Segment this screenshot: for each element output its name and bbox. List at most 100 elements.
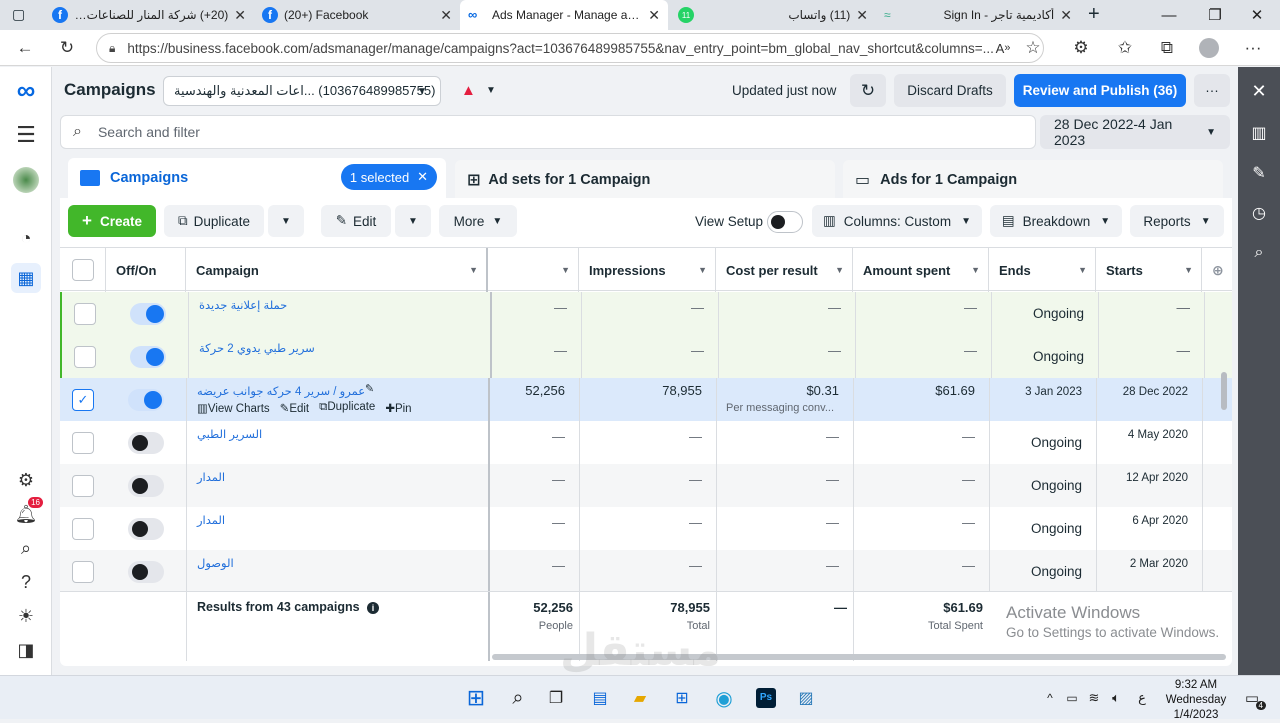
refresh-icon[interactable]: ↻: [54, 36, 80, 60]
tab-actions-icon[interactable]: ▢: [12, 6, 32, 24]
input-language[interactable]: ع: [1128, 684, 1156, 712]
sort-icon[interactable]: ▼: [835, 265, 844, 275]
edit-button[interactable]: ✎ Edit: [321, 205, 391, 237]
table-row[interactable]: المدار — — — — Ongoing 6 Apr 2020: [60, 507, 1232, 550]
dashboard-gauge-icon[interactable]: ◔: [11, 223, 41, 253]
favorite-add-icon[interactable]: ☆: [1020, 36, 1046, 60]
file-explorer-icon[interactable]: ▰: [626, 684, 654, 712]
header-starts[interactable]: Starts ▼: [1096, 248, 1202, 292]
row-checkbox[interactable]: [74, 303, 96, 325]
header-cost-per-result[interactable]: Cost per result ▼: [716, 248, 853, 292]
row-checkbox[interactable]: [72, 475, 94, 497]
reports-button[interactable]: Reports ▼: [1130, 205, 1224, 237]
row-checkbox[interactable]: [72, 561, 94, 583]
campaign-name-link[interactable]: حملة إعلانية جديدة: [199, 298, 287, 312]
sort-icon[interactable]: ▼: [698, 265, 707, 275]
table-row[interactable]: الوصول — — — — Ongoing 2 Mar 2020: [60, 550, 1232, 593]
minimize-icon[interactable]: —: [1146, 0, 1192, 30]
row-checkbox[interactable]: [72, 432, 94, 454]
sort-icon[interactable]: ▼: [561, 265, 570, 275]
duplicate-dropdown-button[interactable]: ▼: [268, 205, 304, 237]
back-icon[interactable]: ←: [12, 36, 38, 60]
refresh-button[interactable]: ↻: [850, 74, 886, 107]
restore-icon[interactable]: ❐: [1192, 0, 1238, 30]
report-bug-icon[interactable]: ☀: [11, 601, 41, 631]
browser-tab-1[interactable]: f (20+) شركة المنار للصناعات الـ ✕: [44, 0, 254, 30]
sort-icon[interactable]: ▼: [1184, 265, 1193, 275]
photos-icon[interactable]: ▨: [792, 684, 820, 712]
close-window-icon[interactable]: ✕: [1234, 0, 1280, 30]
menu-icon[interactable]: ☰: [11, 120, 41, 150]
close-tab-icon[interactable]: ✕: [648, 7, 660, 24]
close-tab-icon[interactable]: ✕: [856, 7, 868, 24]
browser-menu-icon[interactable]: ···: [1240, 36, 1266, 60]
close-tab-icon[interactable]: ✕: [1060, 7, 1072, 24]
pin-action[interactable]: ✚Pin: [385, 401, 411, 415]
campaign-name-link[interactable]: عمرو / سرير 4 حركه جوانب عريضه: [197, 384, 365, 398]
table-row[interactable]: سرير طبي يدوي 2 حركة — — — — Ongoing —: [60, 335, 1232, 378]
review-and-publish-button[interactable]: Review and Publish (36): [1014, 74, 1186, 107]
settings-gear-icon[interactable]: ⚙: [11, 465, 41, 495]
campaign-status-toggle[interactable]: [128, 432, 164, 454]
history-clock-icon[interactable]: ◷: [1245, 199, 1273, 227]
header-campaign[interactable]: Campaign ▼: [186, 248, 488, 292]
edge-browser-icon[interactable]: ◉: [710, 684, 738, 712]
business-logo-icon[interactable]: [11, 165, 41, 195]
add-column-icon[interactable]: ⊕: [1202, 248, 1232, 292]
taskbar-clock[interactable]: 9:32 AM Wednesday 1/4/2023: [1160, 678, 1232, 723]
duplicate-button[interactable]: ⧉ Duplicate: [164, 205, 264, 237]
chart-icon[interactable]: ▥: [1245, 119, 1273, 147]
campaign-name-link[interactable]: المدار: [197, 470, 225, 484]
edit-action[interactable]: ✎Edit: [280, 401, 309, 415]
ad-account-selector[interactable]: (103676489985755) ...اعات المعدنية والهن…: [163, 76, 441, 106]
breakdown-button[interactable]: ▤ Breakdown ▼: [990, 205, 1122, 237]
create-button[interactable]: + Create: [68, 205, 156, 237]
chevron-down-icon[interactable]: ▼: [486, 85, 496, 96]
vertical-scrollbar[interactable]: [1221, 372, 1227, 410]
favorites-icon[interactable]: ✩: [1112, 36, 1138, 60]
volume-icon[interactable]: 🔈︎: [1102, 684, 1130, 712]
row-checkbox[interactable]: [74, 346, 96, 368]
edit-pencil-icon[interactable]: ✎: [1245, 159, 1273, 187]
profile-avatar-icon[interactable]: [1196, 36, 1222, 60]
table-row[interactable]: السرير الطبي — — — — Ongoing 4 May 2020: [60, 421, 1232, 464]
close-tab-icon[interactable]: ✕: [234, 7, 246, 24]
sort-icon[interactable]: ▼: [1078, 265, 1087, 275]
campaign-name-link[interactable]: الوصول: [197, 556, 234, 570]
columns-button[interactable]: ▥ Columns: Custom ▼: [812, 205, 982, 237]
task-view-icon[interactable]: ❐: [542, 684, 570, 712]
widgets-icon[interactable]: ▤: [586, 684, 614, 712]
table-row[interactable]: المدار — — — — Ongoing 12 Apr 2020: [60, 464, 1232, 507]
extensions-icon[interactable]: ⚙: [1068, 36, 1094, 60]
header-offon[interactable]: Off/On: [106, 248, 186, 292]
url-field[interactable]: 🔒︎ https://business.facebook.com/adsmana…: [96, 33, 1044, 63]
collections-icon[interactable]: ⧉: [1154, 36, 1180, 60]
close-panel-icon[interactable]: ✕: [1245, 77, 1273, 105]
selected-count-badge[interactable]: 1 selected ✕: [341, 164, 437, 190]
campaign-status-toggle[interactable]: [128, 475, 164, 497]
read-aloud-icon[interactable]: A»: [990, 36, 1016, 60]
panel-toggle-icon[interactable]: ◨: [11, 635, 41, 665]
campaign-status-toggle[interactable]: [128, 518, 164, 540]
more-options-button[interactable]: ···: [1194, 74, 1230, 107]
start-windows-icon[interactable]: ⊞: [462, 684, 490, 712]
tab-ads[interactable]: ▭ Ads for 1 Campaign: [843, 160, 1223, 200]
browser-tab-4[interactable]: 11 (11) واتساب ✕: [670, 0, 876, 30]
header-ends[interactable]: Ends ▼: [989, 248, 1096, 292]
zoom-icon[interactable]: ⌕: [1245, 239, 1273, 267]
sort-icon[interactable]: ▼: [469, 265, 478, 275]
campaign-status-toggle[interactable]: [128, 561, 164, 583]
notifications-bell-icon[interactable]: 🔔︎ 16: [11, 497, 43, 529]
search-and-filter-input[interactable]: ⌕ Search and filter: [60, 115, 1036, 149]
notification-center-icon[interactable]: ▭ 4: [1238, 684, 1266, 712]
header-impressions[interactable]: Impressions ▼: [579, 248, 716, 292]
campaign-status-toggle[interactable]: [130, 303, 166, 325]
campaigns-table-icon[interactable]: ▦: [11, 263, 41, 293]
campaign-status-toggle[interactable]: [130, 346, 166, 368]
photoshop-icon[interactable]: Ps: [752, 684, 780, 712]
campaign-name-link[interactable]: السرير الطبي: [197, 427, 262, 441]
new-tab-icon[interactable]: +: [1088, 4, 1108, 24]
campaign-status-toggle[interactable]: [128, 389, 164, 411]
meta-logo-icon[interactable]: ∞: [11, 75, 41, 105]
row-checkbox[interactable]: [72, 518, 94, 540]
